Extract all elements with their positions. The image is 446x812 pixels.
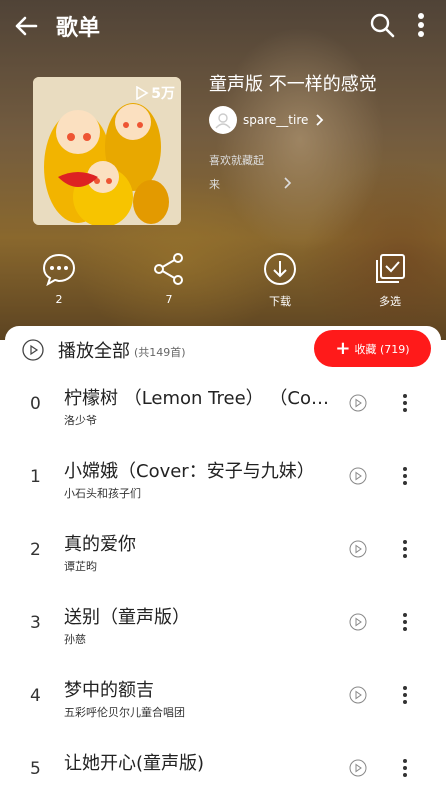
avatar	[209, 106, 237, 134]
share-button[interactable]: 7	[139, 252, 199, 306]
more-options-icon[interactable]	[401, 758, 409, 778]
playlist-description-line-1[interactable]: 喜欢就藏起	[209, 152, 264, 168]
plus-icon: +	[335, 338, 351, 359]
comment-icon	[42, 253, 76, 287]
chevron-right-icon	[316, 114, 324, 126]
play-all-button[interactable]: 播放全部 (共149首)	[22, 338, 186, 362]
share-count: 7	[165, 293, 173, 306]
song-title: 小嫦娥（Cover：安子与九妹）	[64, 461, 315, 482]
description-chevron-right-icon[interactable]	[282, 176, 292, 190]
mv-play-icon[interactable]	[349, 467, 367, 485]
play-triangle-icon	[136, 86, 149, 100]
song-row[interactable]: 4 梦中的额吉 五彩呼伦贝尔儿童合唱团	[5, 666, 441, 739]
song-index: 3	[30, 613, 41, 633]
mv-play-icon[interactable]	[349, 613, 367, 631]
more-options-icon[interactable]	[401, 393, 409, 413]
more-options-icon[interactable]	[401, 612, 409, 632]
more-vertical-icon[interactable]	[413, 12, 429, 38]
song-artist: 孙慈	[64, 633, 86, 646]
song-artist: 洛少爷	[64, 414, 97, 427]
song-title: 梦中的额吉	[64, 680, 154, 701]
song-artist: 谭芷昀	[64, 560, 97, 573]
user-icon	[215, 113, 231, 129]
mv-play-icon[interactable]	[349, 394, 367, 412]
multi-select-label: 多选	[379, 295, 401, 308]
song-count: (共149首)	[134, 346, 186, 359]
page-title: 歌单	[56, 16, 101, 41]
more-options-icon[interactable]	[401, 466, 409, 486]
more-options-icon[interactable]	[401, 685, 409, 705]
song-index: 4	[30, 686, 41, 706]
song-index: 0	[30, 394, 41, 414]
creator-link[interactable]: spare__tire	[209, 106, 324, 134]
playlist-name: 童声版 不一样的感觉	[209, 74, 377, 95]
share-icon	[154, 253, 183, 285]
action-bar: 2 7 下载 多选	[0, 252, 446, 318]
download-button[interactable]: 下载	[250, 252, 310, 309]
song-index: 5	[30, 759, 41, 779]
playlist-cover[interactable]: 5万	[33, 77, 181, 225]
comment-button[interactable]: 2	[29, 252, 89, 306]
play-count: 5万	[135, 83, 175, 103]
search-icon[interactable]	[369, 12, 395, 38]
song-title: 柠檬树 （Lemon Tree） （Cover：Fool's Garden）	[64, 388, 334, 409]
multi-select-button[interactable]: 多选	[360, 252, 420, 309]
download-label: 下载	[269, 295, 291, 308]
mv-play-icon[interactable]	[349, 759, 367, 777]
top-bar: 歌单	[0, 0, 446, 50]
collect-button[interactable]: + 收藏 (719)	[314, 330, 431, 367]
mv-play-icon[interactable]	[349, 686, 367, 704]
play-count-value: 5万	[151, 86, 175, 102]
song-row[interactable]: 5 让她开心(童声版)	[5, 739, 441, 812]
comment-count: 2	[55, 293, 63, 306]
back-arrow-icon[interactable]	[12, 12, 40, 40]
song-title: 真的爱你	[64, 534, 136, 555]
song-title: 让她开心(童声版)	[64, 753, 205, 774]
song-artist: 五彩呼伦贝尔儿童合唱团	[64, 706, 185, 719]
song-row[interactable]: 2 真的爱你 谭芷昀	[5, 520, 441, 593]
play-circle-icon	[22, 339, 44, 361]
playlist-description-line-2[interactable]: 来	[209, 176, 220, 192]
song-row[interactable]: 0 柠檬树 （Lemon Tree） （Cover：Fool's Garden）…	[5, 374, 441, 447]
song-index: 1	[30, 467, 41, 487]
song-list-panel: 播放全部 (共149首) + 收藏 (719) 0 柠檬树 （Lemon Tre…	[5, 326, 441, 796]
mv-play-icon[interactable]	[349, 540, 367, 558]
song-artist: 小石头和孩子们	[64, 487, 141, 500]
multi-select-icon	[376, 254, 405, 283]
creator-name: spare__tire	[243, 113, 309, 127]
download-icon	[264, 253, 296, 285]
song-title: 送别（童声版）	[64, 607, 190, 628]
more-options-icon[interactable]	[401, 539, 409, 559]
play-all-label: 播放全部	[58, 341, 130, 362]
song-row[interactable]: 1 小嫦娥（Cover：安子与九妹） 小石头和孩子们	[5, 447, 441, 520]
song-index: 2	[30, 540, 41, 560]
song-row[interactable]: 3 送别（童声版） 孙慈	[5, 593, 441, 666]
collect-label: 收藏 (719)	[354, 342, 410, 356]
